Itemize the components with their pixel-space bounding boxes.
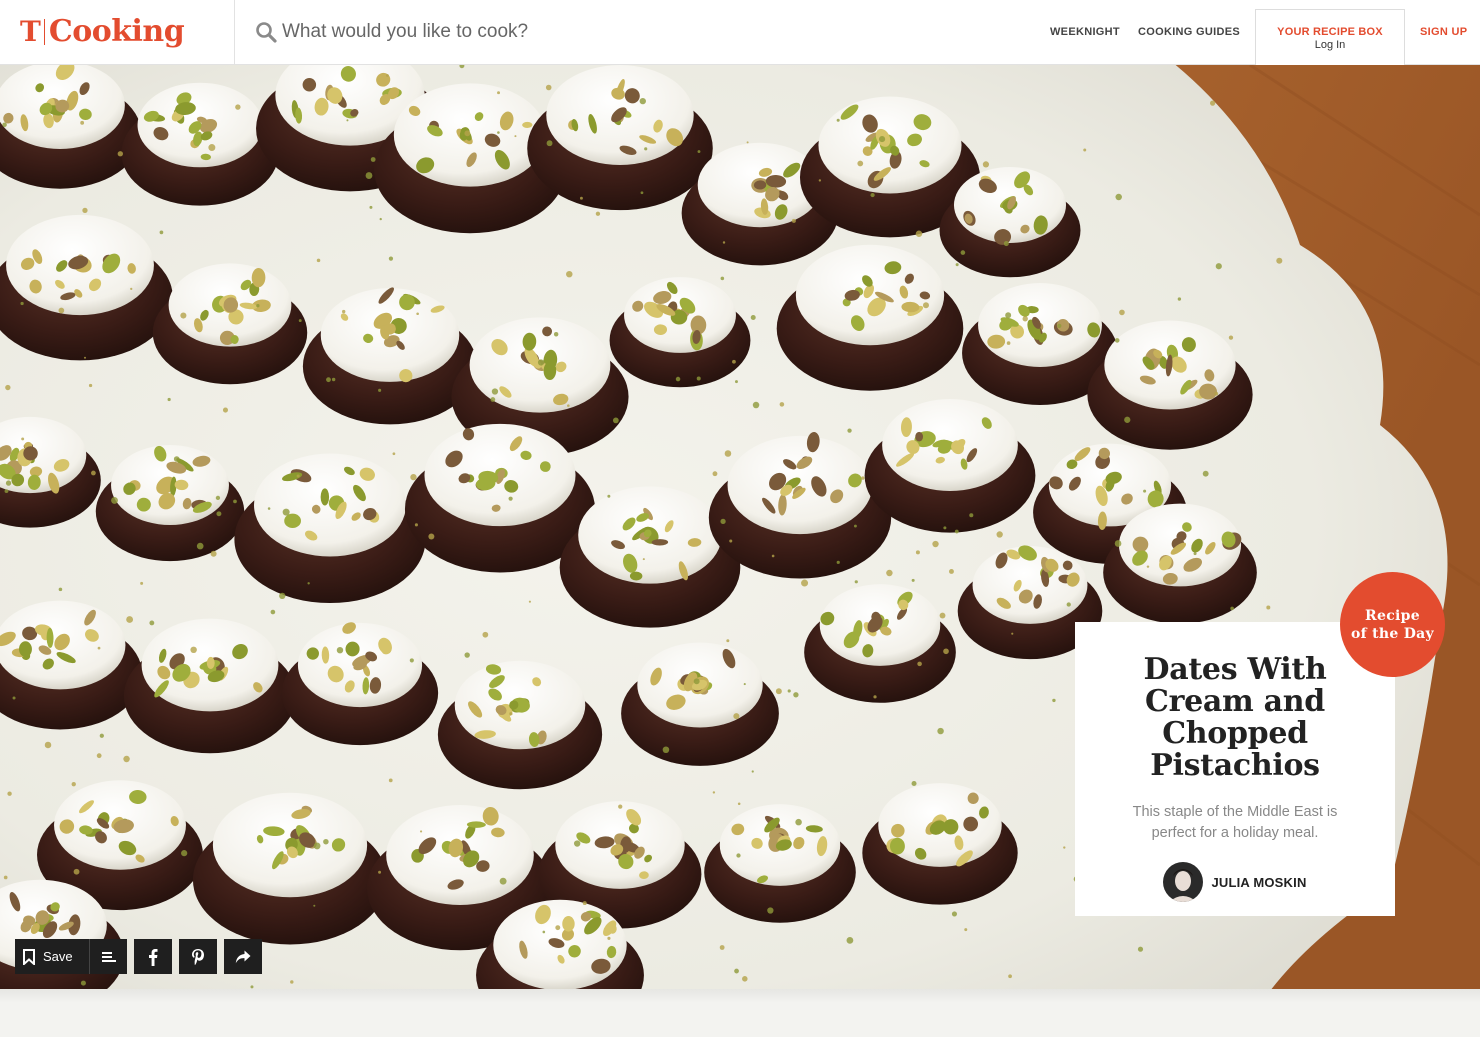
recipe-box-link[interactable]: YOUR RECIPE BOX (1256, 26, 1404, 38)
header-divider (234, 0, 235, 65)
bookmark-icon (23, 948, 35, 965)
list-icon (101, 951, 116, 962)
facebook-share-button[interactable] (134, 939, 172, 974)
logo-text: Cooking (48, 14, 185, 49)
cooking-logo[interactable]: T Cooking (20, 14, 185, 50)
save-button[interactable]: Save (15, 939, 89, 974)
author-name[interactable]: JULIA MOSKIN (1211, 875, 1306, 890)
search-input[interactable] (282, 21, 802, 43)
nyt-logo-mark: T (20, 15, 41, 48)
site-header: T Cooking WEEKNIGHT COOKING GUIDES YOUR … (0, 0, 1480, 65)
share-button[interactable] (224, 939, 262, 974)
recipe-box-tab[interactable]: YOUR RECIPE BOX Log In (1255, 9, 1405, 65)
share-icon (235, 950, 251, 963)
nav-weeknight[interactable]: WEEKNIGHT (1050, 26, 1120, 38)
nav-cooking-guides[interactable]: COOKING GUIDES (1138, 26, 1240, 38)
logo-separator (43, 19, 45, 45)
search-icon[interactable] (254, 20, 278, 44)
search-bar[interactable] (254, 16, 814, 48)
signup-link[interactable]: SIGN UP (1420, 26, 1467, 38)
hero-shadow (0, 989, 1480, 1003)
add-to-list-button[interactable] (89, 939, 127, 974)
page-content-area (0, 989, 1480, 1037)
recipe-of-the-day-badge: Recipe of the Day (1340, 572, 1445, 677)
badge-line-1: Recipe (1365, 607, 1420, 624)
recipe-description: This staple of the Middle East is perfec… (1132, 804, 1338, 841)
badge-line-2: of the Day (1350, 625, 1434, 642)
facebook-icon (149, 948, 158, 966)
author-avatar (1163, 862, 1204, 902)
pinterest-icon (192, 948, 204, 965)
recipe-actions: Save (15, 939, 262, 974)
pinterest-share-button[interactable] (179, 939, 217, 974)
login-link[interactable]: Log In (1256, 39, 1404, 51)
save-label: Save (43, 949, 73, 964)
recipe-title[interactable]: Dates With Cream and Chopped Pistachios (1115, 654, 1355, 782)
author-byline[interactable]: JULIA MOSKIN (1075, 862, 1395, 902)
recipe-card[interactable]: Dates With Cream and Chopped Pistachios … (1075, 622, 1395, 916)
